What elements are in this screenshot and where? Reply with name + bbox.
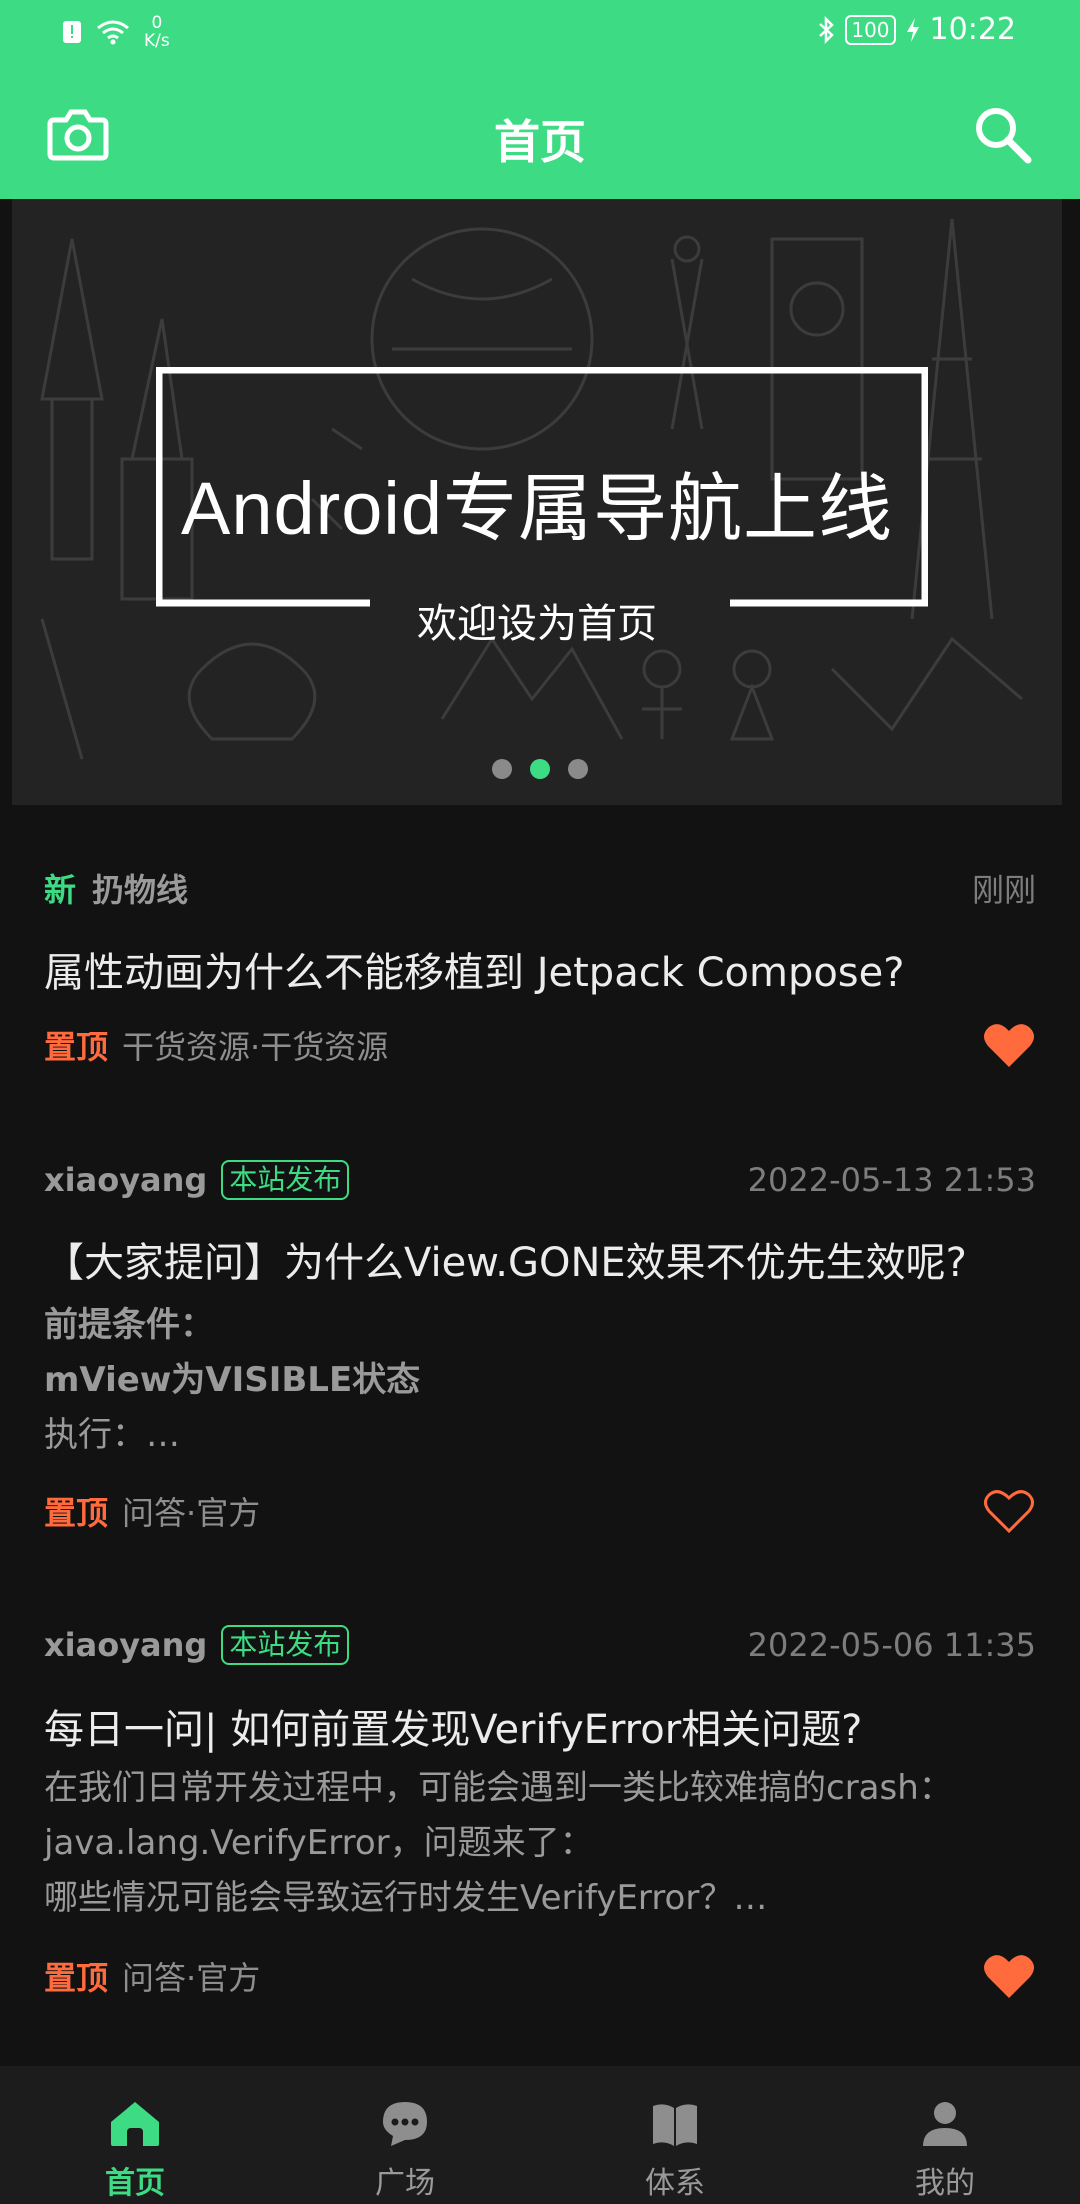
bluetooth-icon xyxy=(819,15,835,44)
heart-outline-icon[interactable] xyxy=(982,1487,1036,1535)
article-author[interactable]: xiaoyang xyxy=(44,1626,207,1664)
nav-item-mine[interactable]: 我的 xyxy=(810,2066,1080,2204)
article-chapter[interactable]: 问答·官方 xyxy=(122,1488,260,1534)
article-meta: 新 扔物线 刚刚 xyxy=(44,866,1036,910)
article-desc: 在我们日常开发过程中，可能会遇到一类比较难搞的crash： java.lang.… xyxy=(44,1761,1036,1926)
nav-label: 广场 xyxy=(375,2166,435,2201)
nav-item-system[interactable]: 体系 xyxy=(540,2066,810,2204)
desc-line: 在我们日常开发过程中，可能会遇到一类比较难搞的crash： xyxy=(44,1768,953,1808)
article-author[interactable]: xiaoyang xyxy=(44,1161,207,1199)
article-time: 刚刚 xyxy=(971,871,1036,909)
article-author[interactable]: 扔物线 xyxy=(92,865,188,911)
article-title[interactable]: 【大家提问】为什么View.GONE效果不优先生效呢? xyxy=(44,1230,1050,1288)
charging-icon xyxy=(906,17,919,42)
heart-icon[interactable] xyxy=(982,1021,1036,1069)
nav-item-square[interactable]: 广场 xyxy=(270,2066,540,2204)
site-badge: 本站发布 xyxy=(221,1160,350,1200)
nav-label: 首页 xyxy=(105,2166,165,2201)
desc-line: java.lang.VerifyError，问题来了： xyxy=(44,1823,594,1863)
nav-item-home[interactable]: 首页 xyxy=(0,2066,270,2204)
banner-carousel[interactable]: Android专属导航上线 欢迎设为首页 xyxy=(12,199,1062,805)
article-card[interactable]: xiaoyang 本站发布 2022-05-06 11:35 每日一问| 如何前… xyxy=(0,1623,1080,2003)
page-title: 首页 xyxy=(494,115,586,169)
search-icon[interactable] xyxy=(970,102,1034,166)
new-tag: 新 xyxy=(44,871,77,909)
chat-bubble-icon xyxy=(383,2102,427,2146)
desc-line: mView为VISIBLE状态 xyxy=(44,1360,421,1400)
article-card[interactable]: 新 扔物线 刚刚 属性动画为什么不能移植到 Jetpack Compose? 置… xyxy=(0,866,1080,1086)
battery-level: 100 xyxy=(845,14,896,45)
carousel-dot-active[interactable] xyxy=(530,759,550,779)
article-time: 2022-05-06 11:35 xyxy=(747,1626,1036,1664)
site-badge: 本站发布 xyxy=(221,1625,350,1665)
desc-line: 执行：… xyxy=(44,1415,180,1455)
book-icon xyxy=(653,2104,697,2146)
person-icon xyxy=(923,2102,967,2146)
article-chapter[interactable]: 干货资源·干货资源 xyxy=(122,1022,388,1068)
pin-tag: 置顶 xyxy=(44,1959,109,1997)
desc-line: 前提条件： xyxy=(44,1305,214,1345)
desc-line: 哪些情况可能会导致运行时发生VerifyError？… xyxy=(44,1878,768,1918)
article-chapter[interactable]: 问答·官方 xyxy=(122,1953,260,1999)
bottom-navigation: 首页 广场 体系 我的 xyxy=(0,2066,1080,2204)
article-time: 2022-05-13 21:53 xyxy=(747,1161,1036,1199)
heart-icon[interactable] xyxy=(982,1952,1036,2000)
article-title[interactable]: 属性动画为什么不能移植到 Jetpack Compose? xyxy=(44,940,1050,998)
carousel-dot[interactable] xyxy=(492,759,512,779)
alert-icon xyxy=(63,21,81,43)
article-meta: xiaoyang 本站发布 2022-05-06 11:35 xyxy=(44,1623,1036,1667)
net-speed: 0 K/s xyxy=(144,13,170,51)
nav-label: 我的 xyxy=(915,2166,975,2201)
article-footer: 置顶 干货资源·干货资源 xyxy=(44,1020,1036,1070)
carousel-dot[interactable] xyxy=(568,759,588,779)
status-bar: 0 K/s 100 10:22 xyxy=(0,0,1080,66)
pin-tag: 置顶 xyxy=(44,1494,109,1532)
nav-label: 体系 xyxy=(645,2166,705,2201)
carousel-indicator xyxy=(492,759,588,779)
app-bar: 首页 xyxy=(0,66,1080,199)
banner-title: Android专属导航上线 xyxy=(180,467,894,550)
article-footer: 置顶 问答·官方 xyxy=(44,1486,1036,1536)
home-icon xyxy=(111,2102,159,2146)
article-title[interactable]: 每日一问| 如何前置发现VerifyError相关问题? xyxy=(44,1697,1050,1755)
wifi-icon xyxy=(97,20,129,45)
clock: 10:22 xyxy=(929,12,1016,47)
article-meta: xiaoyang 本站发布 2022-05-13 21:53 xyxy=(44,1158,1036,1202)
article-footer: 置顶 问答·官方 xyxy=(44,1951,1036,2001)
pin-tag: 置顶 xyxy=(44,1028,109,1066)
banner-subtitle: 欢迎设为首页 xyxy=(417,601,657,647)
article-desc: 前提条件： mView为VISIBLE状态 执行：… xyxy=(44,1298,1036,1463)
article-card[interactable]: xiaoyang 本站发布 2022-05-13 21:53 【大家提问】为什么… xyxy=(0,1158,1080,1538)
